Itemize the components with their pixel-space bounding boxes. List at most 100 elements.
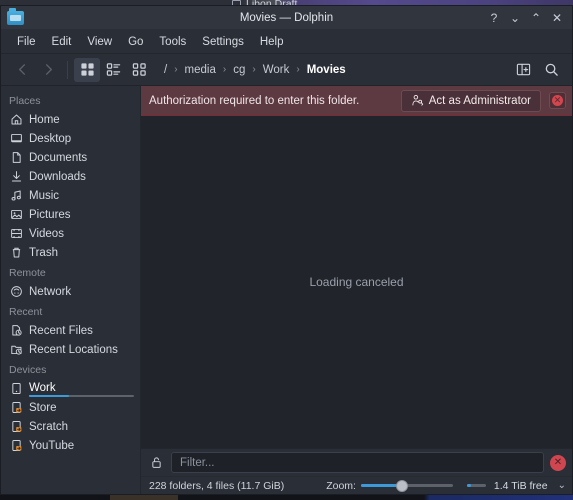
sidebar-item-label: Trash	[29, 246, 58, 259]
help-button[interactable]: ?	[484, 8, 504, 28]
sidebar-group-recent: Recent	[9, 306, 43, 318]
network-icon	[9, 285, 23, 299]
toolbar-separator	[67, 60, 68, 79]
statusbar: 228 folders, 4 files (11.7 GiB) Zoom: 1.…	[141, 476, 572, 494]
sidebar-group-remote: Remote	[9, 267, 46, 279]
close-filter-button[interactable]: ✕	[550, 454, 566, 471]
maximize-button[interactable]: ⌃	[526, 8, 546, 28]
status-count-text: 228 folders, 4 files (11.7 GiB)	[149, 479, 285, 492]
search-icon[interactable]	[538, 58, 564, 82]
sidebar-item-label: Network	[29, 285, 72, 298]
sidebar-item-scratch[interactable]: Scratch	[1, 417, 140, 436]
details-view-button[interactable]	[100, 58, 126, 82]
sidebar-item-label: Documents	[29, 151, 88, 164]
drive-mounted-icon	[9, 420, 23, 434]
zoom-slider[interactable]	[360, 479, 453, 492]
recent-file-icon	[9, 324, 23, 338]
sidebar-item-label: YouTube	[29, 439, 75, 452]
sidebar-item-label: Desktop	[29, 132, 72, 145]
user-key-icon	[411, 94, 424, 107]
sidebar-item-label: Pictures	[29, 208, 71, 221]
breadcrumb-separator: ›	[174, 64, 178, 75]
sidebar-item-pictures[interactable]: Pictures	[1, 205, 140, 224]
sidebar-item-label: Home	[29, 113, 60, 126]
back-button[interactable]	[9, 58, 35, 82]
breadcrumb-item-media[interactable]: media	[181, 62, 220, 78]
icons-view-button[interactable]	[74, 57, 100, 82]
drive-icon	[9, 382, 23, 396]
breadcrumb-item-work[interactable]: Work	[259, 62, 294, 78]
sidebar-item-label: Work	[29, 382, 56, 396]
dolphin-window: Movies — Dolphin ? ⌄ ⌃ ✕ File Edit View …	[0, 5, 573, 495]
menu-view[interactable]: View	[79, 33, 120, 51]
sidebar-item-label: Recent Files	[29, 324, 93, 337]
act-as-administrator-button[interactable]: Act as Administrator	[400, 89, 541, 112]
folder-icon	[7, 7, 24, 25]
window-controls: ? ⌄ ⌃ ✕	[484, 8, 567, 28]
breadcrumb-separator: ›	[252, 64, 256, 75]
unlock-icon[interactable]	[147, 454, 165, 472]
sidebar-item-work[interactable]: Work	[1, 379, 140, 398]
filter-bar: ✕	[141, 448, 572, 476]
close-icon: ✕	[552, 95, 563, 106]
close-button[interactable]: ✕	[547, 8, 567, 28]
menubar: File Edit View Go Tools Settings Help	[1, 30, 572, 54]
trash-icon	[9, 246, 23, 260]
sidebar-item-trash[interactable]: Trash	[1, 243, 140, 262]
sidebar-item-youtube[interactable]: YouTube	[1, 436, 140, 455]
sidebar-item-label: Videos	[29, 227, 64, 240]
breadcrumb-separator: ›	[222, 64, 227, 75]
menu-edit[interactable]: Edit	[44, 33, 80, 51]
zoom-control: Zoom:	[326, 479, 453, 492]
zoom-handle[interactable]	[396, 479, 409, 492]
menu-go[interactable]: Go	[120, 33, 151, 51]
sidebar-item-network[interactable]: Network	[1, 282, 140, 301]
file-view[interactable]: Loading canceled	[141, 116, 572, 448]
recent-folder-icon	[9, 343, 23, 357]
breadcrumb-item-cg[interactable]: cg	[229, 62, 249, 78]
sidebar-item-desktop[interactable]: Desktop	[1, 129, 140, 148]
sidebar-item-label: Recent Locations	[29, 343, 118, 356]
chevron-down-icon[interactable]: ⌄	[556, 480, 566, 491]
desktop-backdrop: Libon Draft Movies — Dolphin ? ⌄ ⌃ ✕ Fil…	[0, 0, 573, 500]
sidebar-group-devices: Devices	[9, 364, 47, 376]
sidebar-group-places: Places	[9, 95, 41, 107]
breadcrumb-item-movies[interactable]: Movies	[303, 62, 350, 78]
authorization-message: Authorization required to enter this fol…	[149, 94, 360, 107]
sidebar-item-recent-files[interactable]: Recent Files	[1, 321, 140, 340]
zoom-label: Zoom:	[326, 479, 356, 492]
sidebar-item-downloads[interactable]: Downloads	[1, 167, 140, 186]
filter-input[interactable]	[171, 452, 544, 473]
compact-view-button[interactable]	[126, 58, 152, 82]
sidebar-item-store[interactable]: Store	[1, 398, 140, 417]
menu-settings[interactable]: Settings	[194, 33, 252, 51]
close-banner-button[interactable]: ✕	[549, 92, 566, 109]
breadcrumb: / › media › cg › Work › Movies	[160, 62, 510, 78]
drive-capacity-bar	[29, 395, 134, 397]
authorization-banner: Authorization required to enter this fol…	[141, 86, 572, 116]
menu-file[interactable]: File	[9, 33, 44, 51]
toolbar-right-group	[510, 58, 564, 82]
breadcrumb-root[interactable]: /	[160, 62, 171, 78]
window-body: Places Home Desktop Documents Downloads …	[1, 86, 572, 494]
drive-mounted-icon	[9, 401, 23, 415]
sidebar-item-videos[interactable]: Videos	[1, 224, 140, 243]
sidebar-item-label: Store	[29, 401, 57, 414]
minimize-button[interactable]: ⌄	[505, 8, 525, 28]
document-icon	[9, 151, 23, 165]
menu-tools[interactable]: Tools	[151, 33, 194, 51]
free-space-text: 1.4 TiB free	[493, 479, 548, 492]
sidebar-item-documents[interactable]: Documents	[1, 148, 140, 167]
forward-button[interactable]	[35, 58, 61, 82]
act-as-administrator-label: Act as Administrator	[428, 94, 531, 107]
sidebar-item-recent-locations[interactable]: Recent Locations	[1, 340, 140, 359]
titlebar[interactable]: Movies — Dolphin ? ⌄ ⌃ ✕	[1, 6, 572, 30]
split-view-button[interactable]	[510, 58, 536, 82]
sidebar-item-home[interactable]: Home	[1, 110, 140, 129]
sidebar-item-music[interactable]: Music	[1, 186, 140, 205]
breadcrumb-separator: ›	[296, 64, 300, 75]
free-space-meter[interactable]	[466, 484, 486, 487]
menu-help[interactable]: Help	[252, 33, 292, 51]
video-icon	[9, 227, 23, 241]
music-note-icon	[9, 189, 23, 203]
